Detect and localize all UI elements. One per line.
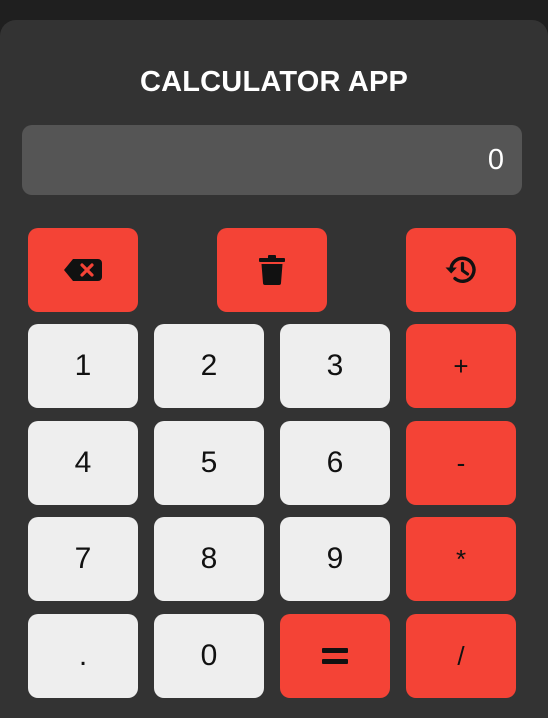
history-button[interactable]	[406, 228, 516, 312]
history-icon	[445, 255, 477, 285]
key-plus[interactable]: +	[406, 324, 516, 408]
equals-button[interactable]	[280, 614, 390, 698]
key-5[interactable]: 5	[154, 421, 264, 505]
trash-icon	[259, 255, 285, 285]
equals-icon	[322, 647, 348, 665]
display-value: 0	[487, 143, 504, 176]
key-multiply[interactable]: *	[406, 517, 516, 601]
calculator-app: CALCULATOR APP 0 1 2 3 + 4 5 6 - 7 8 9 *…	[0, 20, 548, 718]
key-9[interactable]: 9	[280, 517, 390, 601]
key-1[interactable]: 1	[28, 324, 138, 408]
key-2[interactable]: 2	[154, 324, 264, 408]
key-divide[interactable]: /	[406, 614, 516, 698]
key-4[interactable]: 4	[28, 421, 138, 505]
key-0[interactable]: 0	[154, 614, 264, 698]
key-dot[interactable]: .	[28, 614, 138, 698]
key-7[interactable]: 7	[28, 517, 138, 601]
display: 0	[22, 125, 522, 195]
backspace-button[interactable]	[28, 228, 138, 312]
app-title: CALCULATOR APP	[139, 66, 409, 98]
clear-button[interactable]	[217, 228, 327, 312]
backspace-icon	[64, 259, 102, 281]
key-3[interactable]: 3	[280, 324, 390, 408]
top-bar	[0, 0, 548, 20]
key-minus[interactable]: -	[406, 421, 516, 505]
key-6[interactable]: 6	[280, 421, 390, 505]
key-8[interactable]: 8	[154, 517, 264, 601]
